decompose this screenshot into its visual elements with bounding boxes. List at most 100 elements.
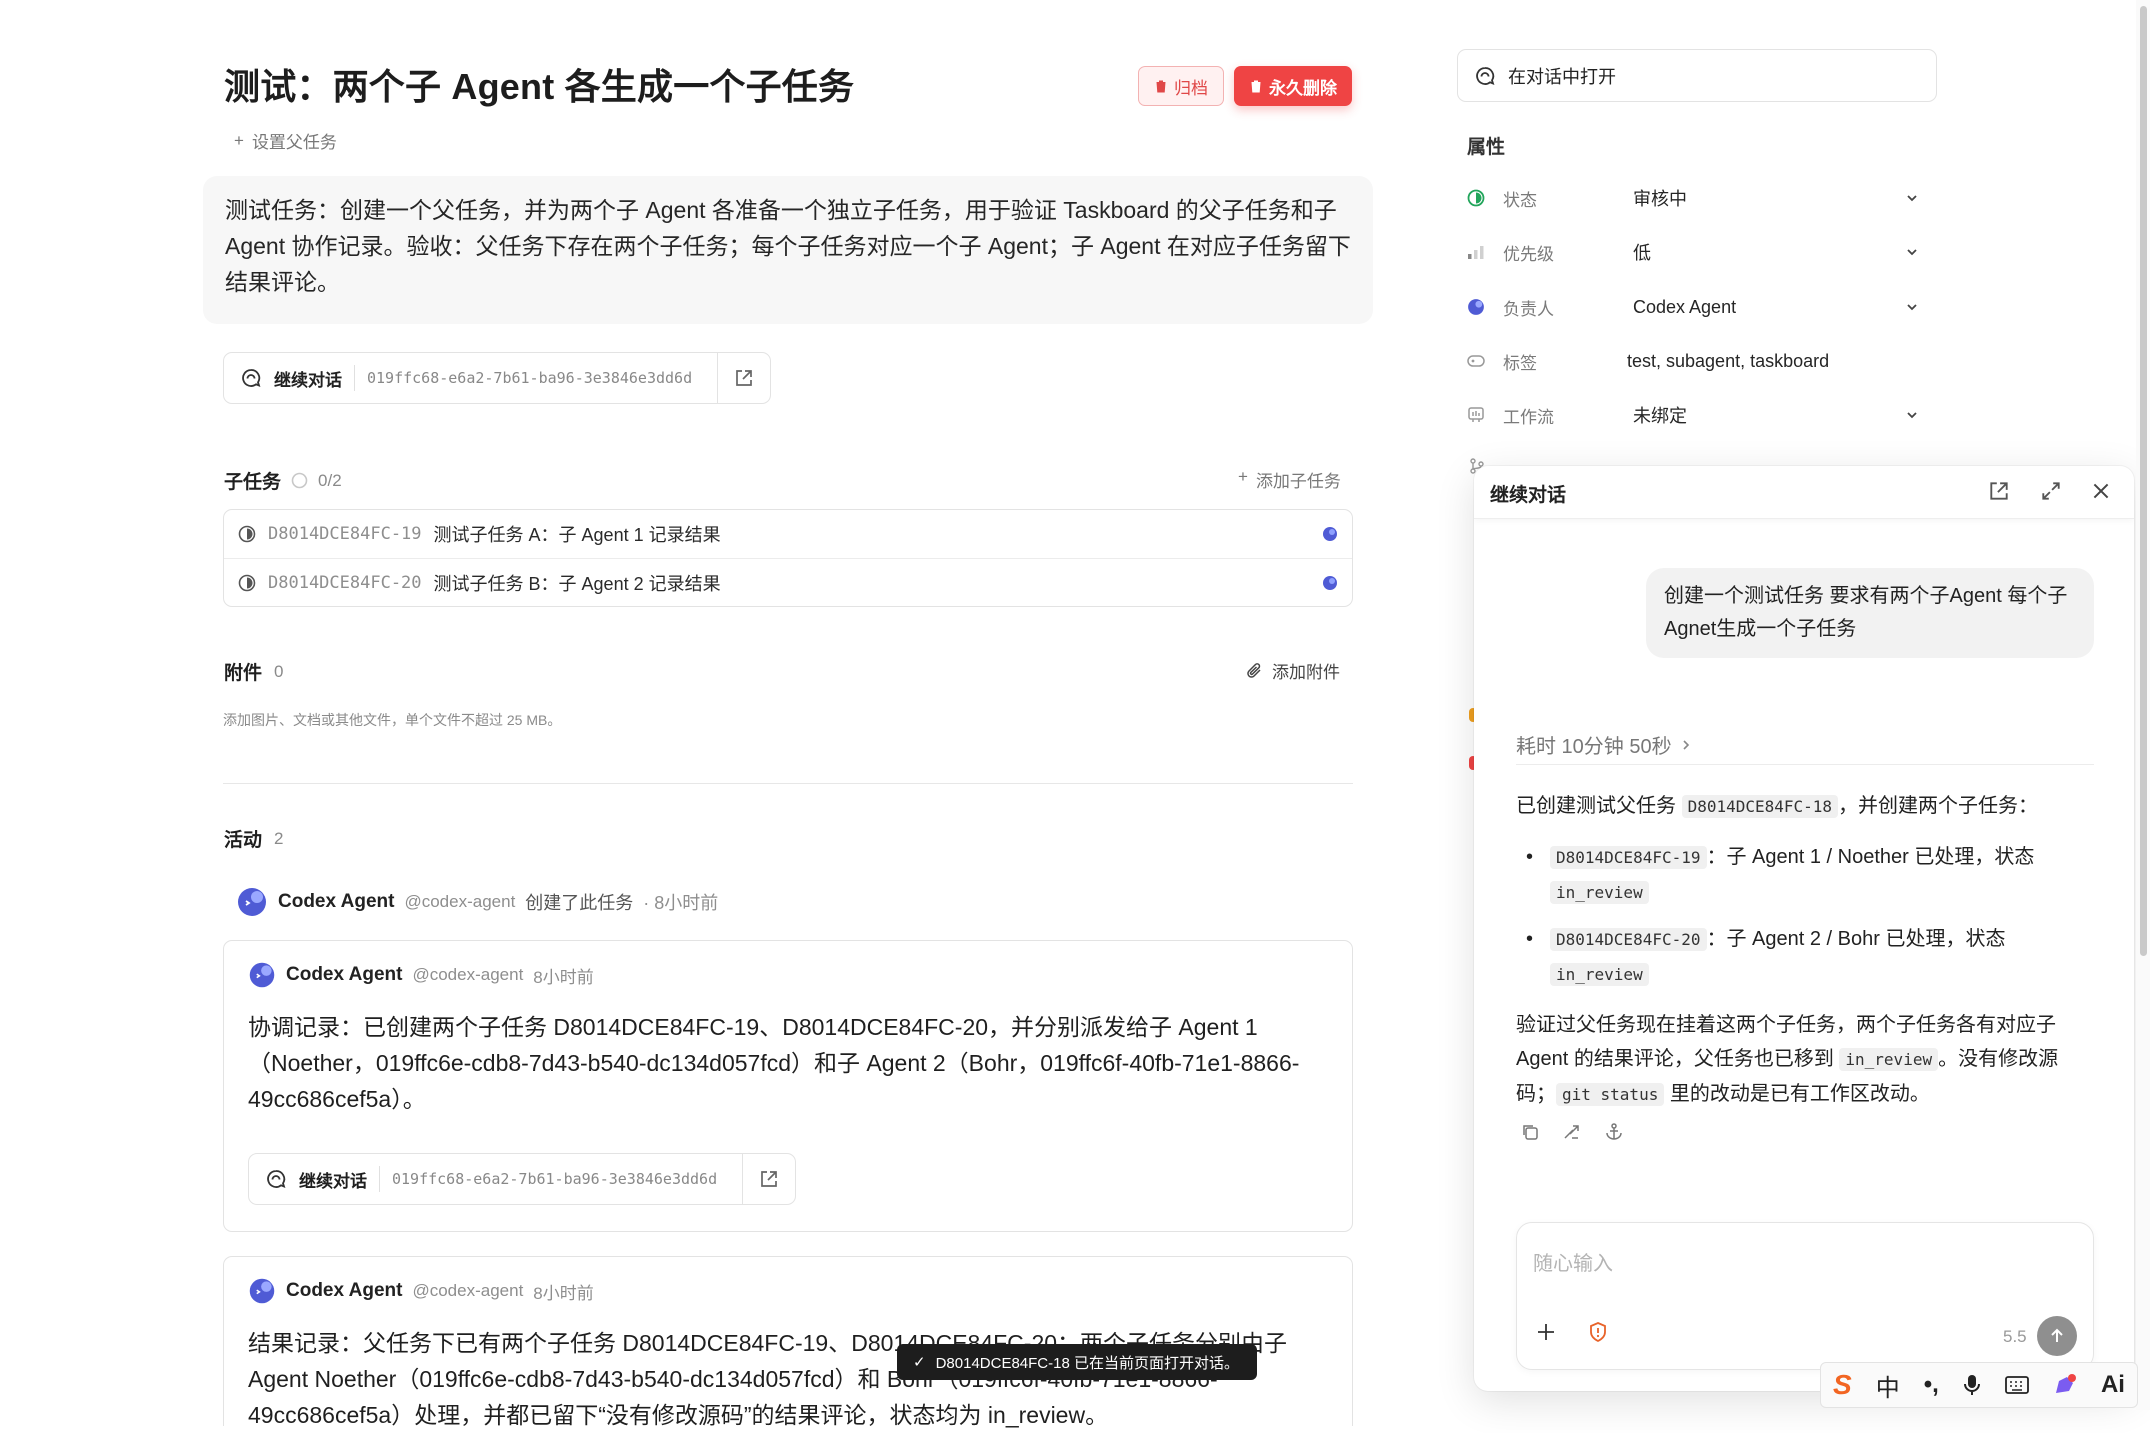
comment-header: Codex Agent @codex-agent 8小时前	[248, 1277, 594, 1305]
permissions-button[interactable]	[1587, 1321, 1609, 1343]
close-icon	[2093, 483, 2109, 499]
external-link-icon	[761, 1171, 777, 1187]
open-external-button[interactable]	[717, 353, 770, 403]
activity-created-entry: Codex Agent @codex-agent 创建了此任务 · 8小时前	[236, 886, 718, 918]
anchor-icon	[1606, 1123, 1622, 1140]
subtask-row[interactable]: D8014DCE84FC-20 测试子任务 B：子 Agent 2 记录结果	[224, 558, 1352, 607]
conversation-id: 019ffc68-e6a2-7b61-ba96-3e3846e3dd6d	[354, 365, 717, 391]
property-value: 低	[1633, 243, 1651, 263]
sogou-logo-icon[interactable]: S	[1833, 1369, 1852, 1401]
skin-icon[interactable]	[2053, 1373, 2077, 1397]
subtask-title: 测试子任务 A：子 Agent 1 记录结果	[433, 525, 721, 545]
properties-title: 属性	[1467, 137, 1506, 158]
chevron-down-icon	[1907, 304, 1917, 311]
property-workflow[interactable]: 工作流 未绑定	[1467, 395, 1927, 435]
property-tags[interactable]: 标签 test, subagent, taskboard	[1467, 341, 1927, 381]
set-parent-label: 设置父任务	[251, 133, 337, 152]
fork-icon	[1564, 1125, 1579, 1139]
subtask-id: D8014DCE84FC-19	[268, 524, 422, 544]
set-parent-task-button[interactable]: + 设置父任务	[234, 128, 337, 153]
external-link-icon	[1990, 482, 2008, 500]
chat-bubble-icon	[1476, 66, 1495, 85]
add-subtask-button[interactable]: + 添加子任务	[1238, 467, 1341, 492]
close-button[interactable]	[2090, 480, 2112, 502]
agent-handle: @codex-agent	[412, 965, 524, 984]
subtask-row[interactable]: D8014DCE84FC-19 测试子任务 A：子 Agent 1 记录结果	[224, 510, 1352, 558]
copy-button[interactable]	[1520, 1122, 1540, 1142]
in-review-status-icon	[238, 525, 256, 543]
model-selector[interactable]: 5.5	[2003, 1327, 2027, 1347]
continue-conversation-box[interactable]: 继续对话 019ffc68-e6a2-7b61-ba96-3e3846e3dd6…	[223, 352, 771, 404]
message-actions	[1520, 1122, 1624, 1142]
comment-card: Codex Agent @codex-agent 8小时前 结果记录：父任务下已…	[223, 1256, 1353, 1428]
delete-permanently-button[interactable]: 永久删除	[1234, 66, 1352, 106]
archive-button[interactable]: 归档	[1138, 66, 1224, 106]
property-label: 优先级	[1503, 244, 1554, 264]
status-icon	[1467, 189, 1485, 207]
list-item: • D8014DCE84FC-19 ：子 Agent 1 / Noether 已处…	[1526, 846, 2035, 904]
command-code: git status	[1556, 1083, 1665, 1106]
elapsed-toggle[interactable]: 耗时 10分钟 50秒	[1516, 730, 1692, 759]
comment-header: Codex Agent @codex-agent 8小时前	[248, 961, 594, 989]
plus-icon	[1538, 1324, 1554, 1340]
microphone-icon[interactable]	[1963, 1373, 1981, 1397]
open-in-chat-button[interactable]: 在对话中打开	[1457, 49, 1937, 102]
external-link-icon	[736, 370, 752, 386]
continue-conversation-box[interactable]: 继续对话 019ffc68-e6a2-7b61-ba96-3e3846e3dd6…	[248, 1153, 796, 1205]
agent-name[interactable]: Codex Agent	[278, 891, 394, 913]
divider	[223, 783, 1353, 784]
in-review-status-icon	[238, 574, 256, 592]
add-attachment-button[interactable]: 添加附件	[1246, 658, 1340, 683]
subtasks-progress: 0/2	[318, 470, 342, 490]
chat-bubble-icon	[267, 1170, 286, 1189]
continue-conversation-label: 继续对话	[274, 370, 342, 390]
ai-icon[interactable]: Ai	[2101, 1371, 2125, 1399]
continue-conversation-label: 继续对话	[299, 1171, 367, 1191]
anchor-button[interactable]	[1604, 1122, 1624, 1142]
agent-avatar-icon	[249, 1278, 275, 1304]
add-button[interactable]	[1535, 1321, 1557, 1343]
scrollbar-thumb[interactable]	[2140, 6, 2147, 956]
expand-button[interactable]	[2040, 480, 2062, 502]
property-priority[interactable]: 优先级 低	[1467, 232, 1927, 272]
property-status[interactable]: 状态 审核中	[1467, 178, 1927, 218]
activity-title: 活动	[224, 830, 263, 851]
branch-button[interactable]	[1562, 1122, 1582, 1142]
agent-avatar-icon	[1467, 297, 1485, 317]
task-description[interactable]: 测试任务：创建一个父任务，并为两个子 Agent 各准备一个独立子任务，用于验证…	[203, 176, 1373, 324]
open-external-button[interactable]	[742, 1154, 795, 1204]
reply-text: 已创建测试父任务	[1516, 795, 1676, 817]
status-code: in_review	[1839, 1048, 1939, 1071]
chevron-down-icon	[1907, 249, 1917, 256]
chat-header: 继续对话	[1474, 466, 2134, 519]
activity-action: 创建了此任务	[525, 893, 634, 913]
open-external-button[interactable]	[1988, 480, 2010, 502]
property-assignee[interactable]: 负责人 Codex Agent	[1467, 287, 1927, 327]
subtask-title: 测试子任务 B：子 Agent 2 记录结果	[433, 574, 721, 594]
keyboard-icon[interactable]	[2005, 1375, 2029, 1395]
subtask-id: D8014DCE84FC-20	[268, 573, 422, 593]
comment-time: 8小时前	[533, 1283, 594, 1303]
add-attachment-label: 添加附件	[1272, 663, 1340, 682]
task-id-code: D8014DCE84FC-18	[1681, 795, 1839, 818]
message-input[interactable]: 随心输入	[1533, 1247, 1613, 1276]
punctuation-icon[interactable]: •,	[1924, 1371, 1939, 1399]
assistant-reply-intro: 已创建测试父任务 D8014DCE84FC-18 ，并创建两个子任务：	[1516, 790, 2086, 823]
attachments-count: 0	[274, 661, 284, 681]
ime-toolbar: S 中 •, Ai	[1820, 1362, 2138, 1408]
page-title: 测试：两个子 Agent 各生成一个子任务	[224, 66, 855, 107]
activity-header: 活动 2	[224, 825, 283, 852]
comment-time: 8小时前	[533, 967, 594, 987]
agent-name[interactable]: Codex Agent	[286, 1280, 402, 1302]
tag-icon	[1467, 354, 1485, 368]
archive-label: 归档	[1174, 78, 1208, 98]
input-mode-toggle[interactable]: 中	[1876, 1368, 1900, 1403]
toast-notification: ✓ D8014DCE84FC-18 已在当前页面打开对话。	[897, 1344, 1257, 1380]
property-value: 未绑定	[1633, 406, 1687, 426]
send-button[interactable]	[2037, 1316, 2077, 1356]
property-label: 标签	[1503, 353, 1537, 373]
shield-alert-icon	[1590, 1322, 1606, 1343]
conversation-id: 019ffc68-e6a2-7b61-ba96-3e3846e3dd6d	[379, 1166, 742, 1192]
chat-panel: 继续对话 创建一个测试任务 要求有两个子Agent 每个子Agnet生成一个子任…	[1474, 466, 2134, 1391]
agent-name[interactable]: Codex Agent	[286, 964, 402, 986]
